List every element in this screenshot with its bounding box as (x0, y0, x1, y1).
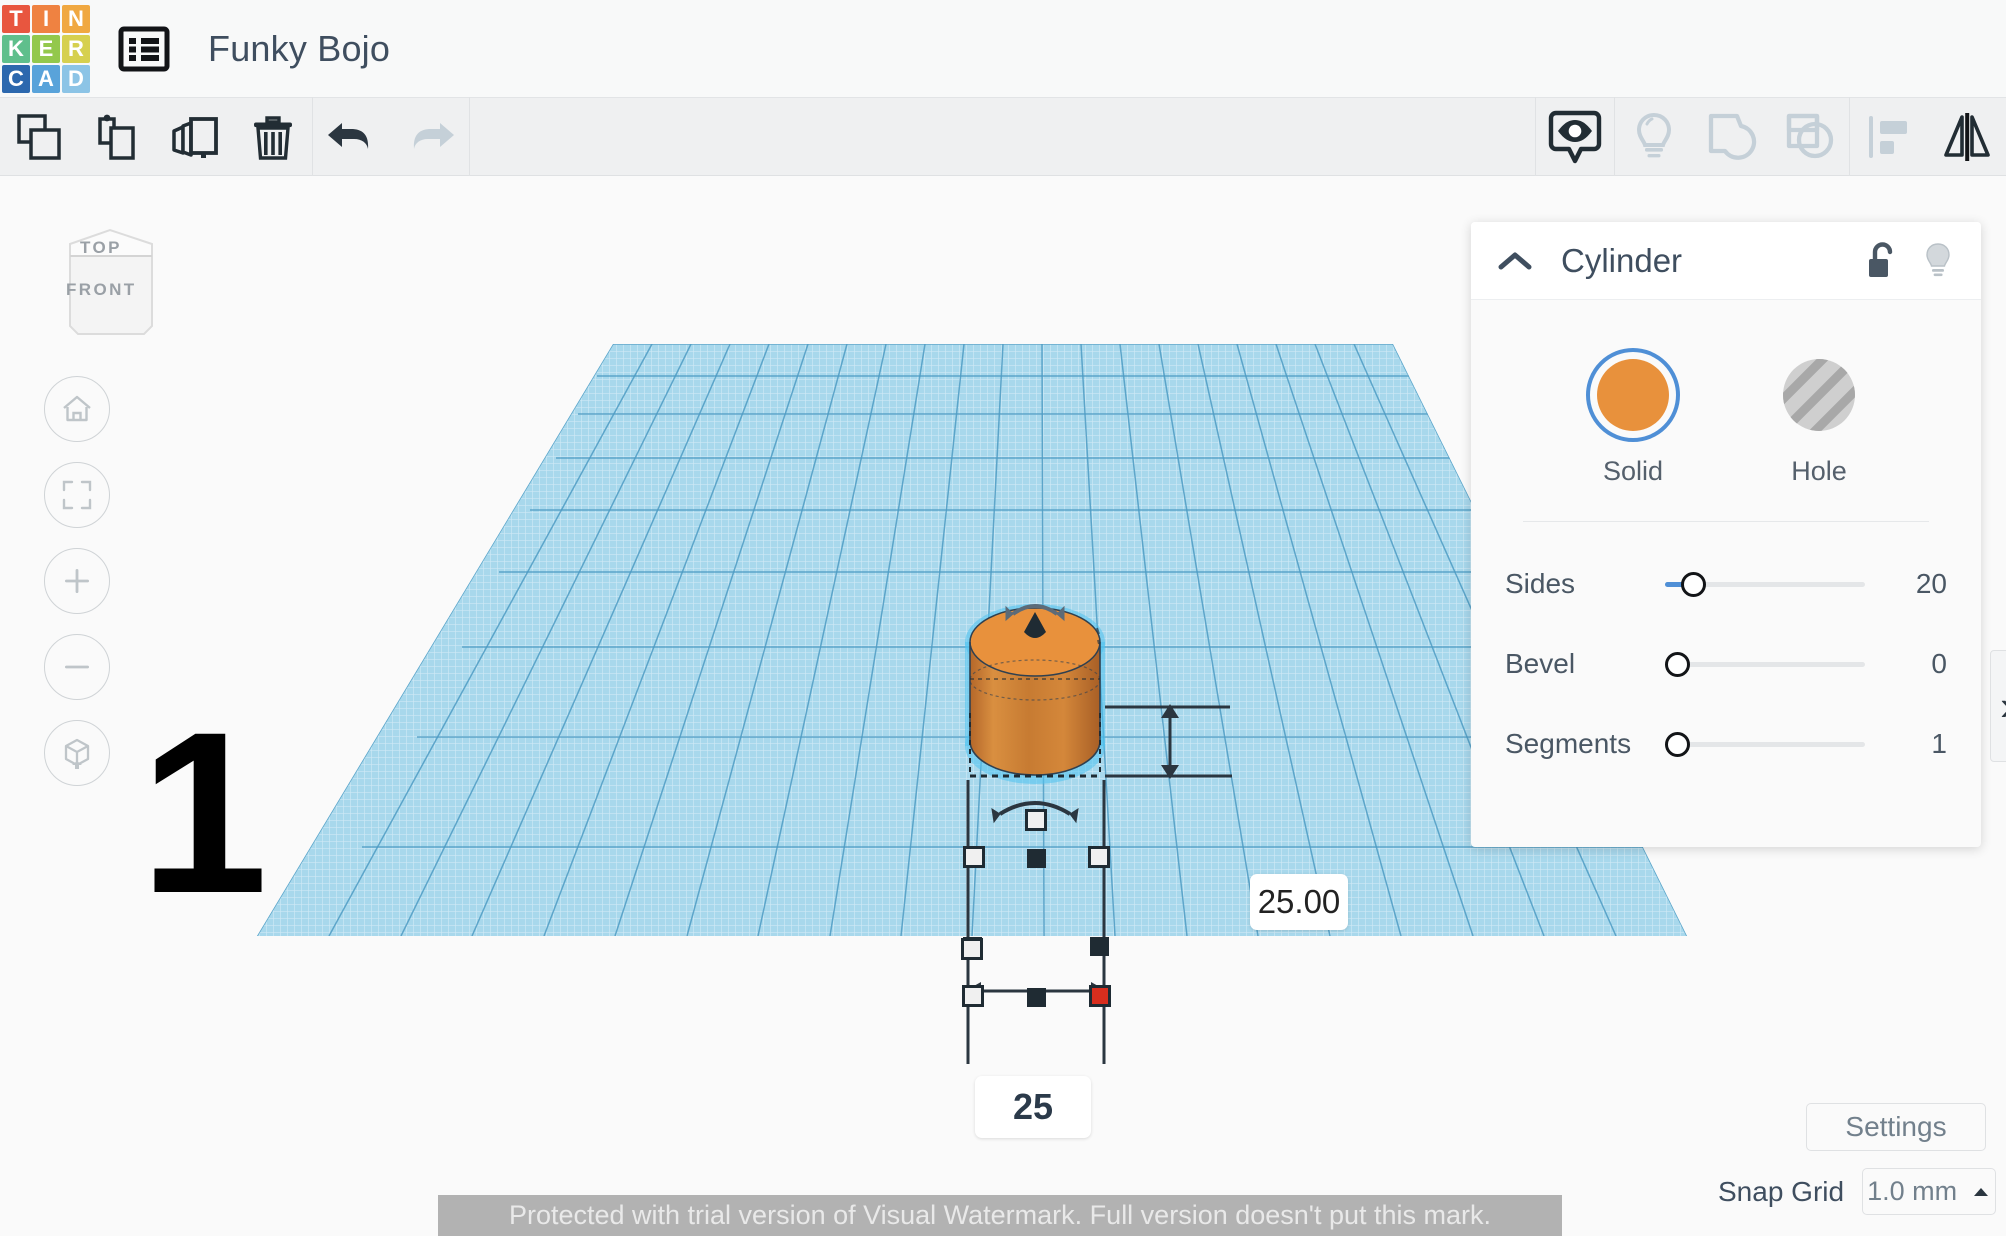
handle-edge-n[interactable] (1027, 849, 1046, 868)
width-dimension-box[interactable]: 25 (975, 1076, 1091, 1138)
bevel-slider-row: Bevel 0 (1501, 624, 1951, 704)
duplicate-button[interactable] (156, 97, 234, 176)
handle-corner-nw[interactable] (963, 846, 985, 868)
solid-hole-mode-row: Solid Hole (1501, 348, 1951, 487)
bevel-slider-label: Bevel (1505, 648, 1576, 679)
hole-swatch-ring[interactable] (1772, 348, 1866, 442)
handle-corner-se[interactable] (1089, 985, 1111, 1007)
handle-corner-sw[interactable] (962, 985, 984, 1007)
handle-edge-e[interactable] (1090, 937, 1109, 956)
chevron-up-icon[interactable] (1497, 249, 1533, 273)
unlock-padlock-icon[interactable] (1865, 241, 1899, 281)
inspector-divider (1523, 521, 1929, 522)
inspector-header: Cylinder (1471, 222, 1981, 300)
undo-arrow-icon[interactable] (313, 97, 391, 176)
group-shapes-icon (1693, 97, 1771, 176)
logo-cell-r: R (62, 34, 90, 63)
logo-cell-n: N (62, 4, 90, 33)
logo-cell-c: C (2, 64, 30, 93)
snap-grid-select[interactable]: 1.0 mm (1862, 1168, 1997, 1215)
logo-cell-e: E (32, 34, 60, 63)
list-menu-icon[interactable] (118, 25, 170, 73)
segments-slider-value: 1 (1931, 728, 1947, 759)
logo-cell-k: K (2, 34, 30, 63)
inspector-title: Cylinder (1561, 241, 1683, 279)
redo-arrow-icon (391, 97, 469, 176)
snap-grid-value: 1.0 mm (1867, 1176, 1958, 1206)
top-bar: TIN KER CAD Funky Bojo (0, 0, 2006, 97)
document-title[interactable]: Funky Bojo (208, 28, 390, 70)
watermark-banner: Protected with trial version of Visual W… (438, 1195, 1562, 1236)
segments-slider[interactable] (1665, 729, 1883, 759)
bevel-slider-knob[interactable] (1665, 651, 1690, 677)
hole-hatch-swatch (1783, 359, 1855, 431)
chevron-up-icon (1974, 1187, 1989, 1196)
bevel-slider[interactable] (1665, 649, 1883, 679)
segments-slider-label: Segments (1505, 728, 1632, 759)
segments-slider-knob[interactable] (1665, 731, 1690, 757)
inspector-body: Solid Hole Sides 20 Bevel 0 Segments 1 (1471, 300, 1981, 784)
sides-slider-knob[interactable] (1681, 571, 1706, 597)
show-hide-button[interactable] (1536, 97, 1614, 176)
shape-inspector-panel: Cylinder Solid Hole Sides 20 Bevel 0 Seg… (1471, 222, 1981, 847)
segments-slider-row: Segments 1 (1501, 704, 1951, 784)
trash-icon[interactable] (234, 97, 312, 176)
snap-grid-control: Snap Grid 1.0 mm (1718, 1168, 1997, 1215)
solid-mode[interactable]: Solid (1586, 348, 1680, 487)
align-button[interactable] (1850, 97, 1928, 176)
main-toolbar (0, 97, 2006, 176)
paste-button[interactable] (78, 97, 156, 176)
chevron-right-icon: › (2000, 682, 2006, 730)
solid-mode-label: Solid (1602, 456, 1664, 486)
logo-cell-a: A (32, 64, 60, 93)
expand-panel-tab[interactable]: › (1990, 650, 2006, 762)
solid-color-swatch[interactable] (1597, 359, 1669, 431)
logo-cell-i: I (32, 4, 60, 33)
height-dimension-box[interactable]: 25.00 (1250, 874, 1348, 930)
settings-button[interactable]: Settings (1806, 1103, 1986, 1151)
tinkercad-logo[interactable]: TIN KER CAD (0, 3, 92, 95)
logo-cell-d: D (62, 64, 90, 93)
hole-mode-label: Hole (1791, 456, 1847, 486)
sides-slider[interactable] (1665, 569, 1883, 599)
solid-swatch-ring[interactable] (1586, 348, 1680, 442)
mirror-flip-icon[interactable] (1928, 97, 2006, 176)
light-button (1615, 97, 1693, 176)
segments-slider-track (1665, 741, 1865, 747)
lightbulb-icon[interactable] (1921, 241, 1955, 281)
handle-edge-s[interactable] (1027, 988, 1046, 1007)
ungroup-shapes-icon (1771, 97, 1849, 176)
snap-grid-label: Snap Grid (1718, 1175, 1845, 1207)
bevel-slider-value: 0 (1931, 648, 1947, 679)
handle-corner-sw-hidden (961, 938, 983, 960)
clipboard-button-group (0, 97, 312, 176)
handle-top-scale[interactable] (1025, 809, 1047, 831)
history-button-group (313, 97, 469, 176)
sides-slider-value: 20 (1915, 568, 1947, 599)
handle-corner-ne[interactable] (1088, 846, 1110, 868)
sides-slider-row: Sides 20 (1501, 544, 1951, 624)
copy-button[interactable] (0, 97, 78, 176)
bevel-slider-track (1665, 661, 1865, 667)
logo-cell-t: T (2, 4, 30, 33)
hole-mode[interactable]: Hole (1772, 348, 1866, 487)
sides-slider-label: Sides (1505, 568, 1576, 599)
